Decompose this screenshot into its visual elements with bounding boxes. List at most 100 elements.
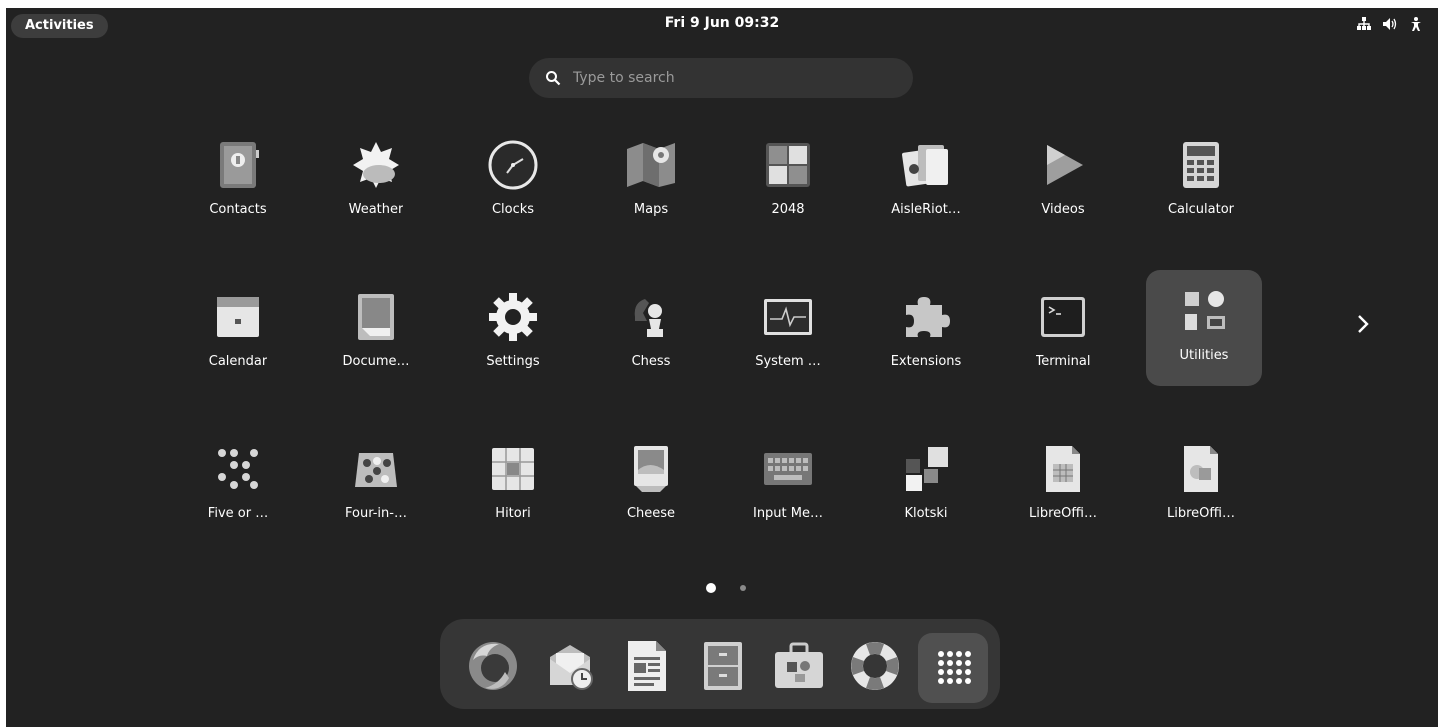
libreoffice-writer-icon [624, 639, 670, 697]
app-klotski[interactable]: Klotski [868, 428, 984, 544]
klotski-icon [897, 440, 955, 498]
app-label: Calculator [1167, 202, 1234, 217]
contacts-icon [209, 136, 267, 194]
app-extensions[interactable]: Extensions [868, 276, 984, 392]
terminal-icon [1034, 288, 1092, 346]
app-label: System … [755, 354, 821, 369]
app-terminal[interactable]: Terminal [1005, 276, 1121, 392]
software-store-icon [773, 642, 825, 694]
app-label: Maps [633, 202, 669, 217]
system-monitor-icon [759, 288, 817, 346]
app-libreoffice-draw[interactable]: LibreOffi… [1143, 428, 1259, 544]
accessibility-icon[interactable] [1408, 16, 1424, 32]
system-status-area[interactable] [1356, 16, 1424, 32]
app-document-viewer[interactable]: Docume… [318, 276, 434, 392]
date-time-button[interactable]: Fri 9 Jun 09:32 [665, 15, 779, 31]
gnome-overview: Activities Fri 9 Jun 09:32 Contacts [6, 8, 1438, 727]
videos-icon [1034, 136, 1092, 194]
four-in-a-row-icon [347, 440, 405, 498]
show-apps-button[interactable] [918, 633, 988, 703]
app-aisleriot[interactable]: AisleRiot… [868, 124, 984, 240]
app-label: Terminal [1035, 354, 1091, 369]
app-label: Five or … [207, 506, 269, 521]
app-label: LibreOffi… [1029, 506, 1097, 521]
top-bar: Activities Fri 9 Jun 09:32 [6, 8, 1438, 42]
search-input[interactable] [571, 69, 875, 87]
volume-icon[interactable] [1382, 17, 1398, 31]
app-label: Weather [348, 202, 404, 217]
app-label: Extensions [890, 354, 962, 369]
app-five-or-more[interactable]: Five or … [180, 428, 296, 544]
document-viewer-icon [347, 288, 405, 346]
cards-icon [897, 136, 955, 194]
app-libreoffice-calc[interactable]: LibreOffi… [1005, 428, 1121, 544]
app-maps[interactable]: Maps [593, 124, 709, 240]
app-label: Klotski [904, 506, 948, 521]
app-input-method[interactable]: Input Me… [730, 428, 846, 544]
app-label: Four-in-… [345, 506, 407, 521]
app-label: Videos [1041, 202, 1085, 217]
dash [440, 619, 1000, 709]
page-dot-2[interactable] [740, 585, 746, 591]
weather-icon [347, 136, 405, 194]
dash-item-mail[interactable] [536, 633, 606, 703]
folder-utilities[interactable]: Utilities [1146, 270, 1262, 386]
app-label: Utilities [1179, 348, 1229, 363]
dash-item-writer[interactable] [612, 633, 682, 703]
app-contacts[interactable]: Contacts [180, 124, 296, 240]
app-chess[interactable]: Chess [593, 276, 709, 392]
file-cabinet-icon [702, 640, 744, 696]
clock-area: Fri 9 Jun 09:32 [6, 15, 1438, 31]
next-page-button[interactable] [1351, 308, 1375, 344]
app-label: AisleRiot… [891, 202, 961, 217]
app-clocks[interactable]: Clocks [455, 124, 571, 240]
app-hitori[interactable]: Hitori [455, 428, 571, 544]
app-settings[interactable]: Settings [455, 276, 571, 392]
clocks-icon [484, 136, 542, 194]
activities-button[interactable]: Activities [11, 14, 108, 38]
network-icon[interactable] [1356, 17, 1372, 31]
five-or-more-icon [209, 440, 267, 498]
keyboard-icon [759, 440, 817, 498]
app-label: Cheese [626, 506, 676, 521]
help-lifebuoy-icon [848, 639, 902, 697]
chevron-right-icon [1356, 313, 1370, 339]
page-dot-1[interactable] [706, 583, 716, 593]
app-label: Contacts [209, 202, 267, 217]
calculator-icon [1172, 136, 1230, 194]
puzzle-icon [897, 288, 955, 346]
app-label: Docume… [342, 354, 410, 369]
app-system-monitor[interactable]: System … [730, 276, 846, 392]
mail-client-icon [544, 639, 598, 697]
cheese-icon [622, 440, 680, 498]
utilities-folder-icon [1175, 282, 1233, 340]
game-2048-icon [759, 136, 817, 194]
search-bar[interactable] [529, 58, 913, 98]
dash-item-software[interactable] [764, 633, 834, 703]
app-label: 2048 [771, 202, 805, 217]
app-cheese[interactable]: Cheese [593, 428, 709, 544]
gear-icon [484, 288, 542, 346]
dash-item-firefox[interactable] [458, 633, 528, 703]
maps-icon [622, 136, 680, 194]
app-videos[interactable]: Videos [1005, 124, 1121, 240]
chess-icon [622, 288, 680, 346]
search-icon [545, 70, 561, 86]
page-indicator [6, 583, 1438, 593]
app-label: Calendar [208, 354, 268, 369]
dash-item-help[interactable] [840, 633, 910, 703]
firefox-icon [465, 638, 521, 698]
app-label: Chess [631, 354, 671, 369]
app-2048[interactable]: 2048 [730, 124, 846, 240]
libreoffice-draw-icon [1172, 440, 1230, 498]
dash-item-files[interactable] [688, 633, 758, 703]
app-calendar[interactable]: Calendar [180, 276, 296, 392]
app-four-in-a-row[interactable]: Four-in-… [318, 428, 434, 544]
app-label: LibreOffi… [1167, 506, 1235, 521]
app-weather[interactable]: Weather [318, 124, 434, 240]
app-label: Settings [486, 354, 540, 369]
app-calculator[interactable]: Calculator [1143, 124, 1259, 240]
app-label: Input Me… [752, 506, 823, 521]
app-label: Hitori [495, 506, 531, 521]
app-label: Clocks [491, 202, 535, 217]
